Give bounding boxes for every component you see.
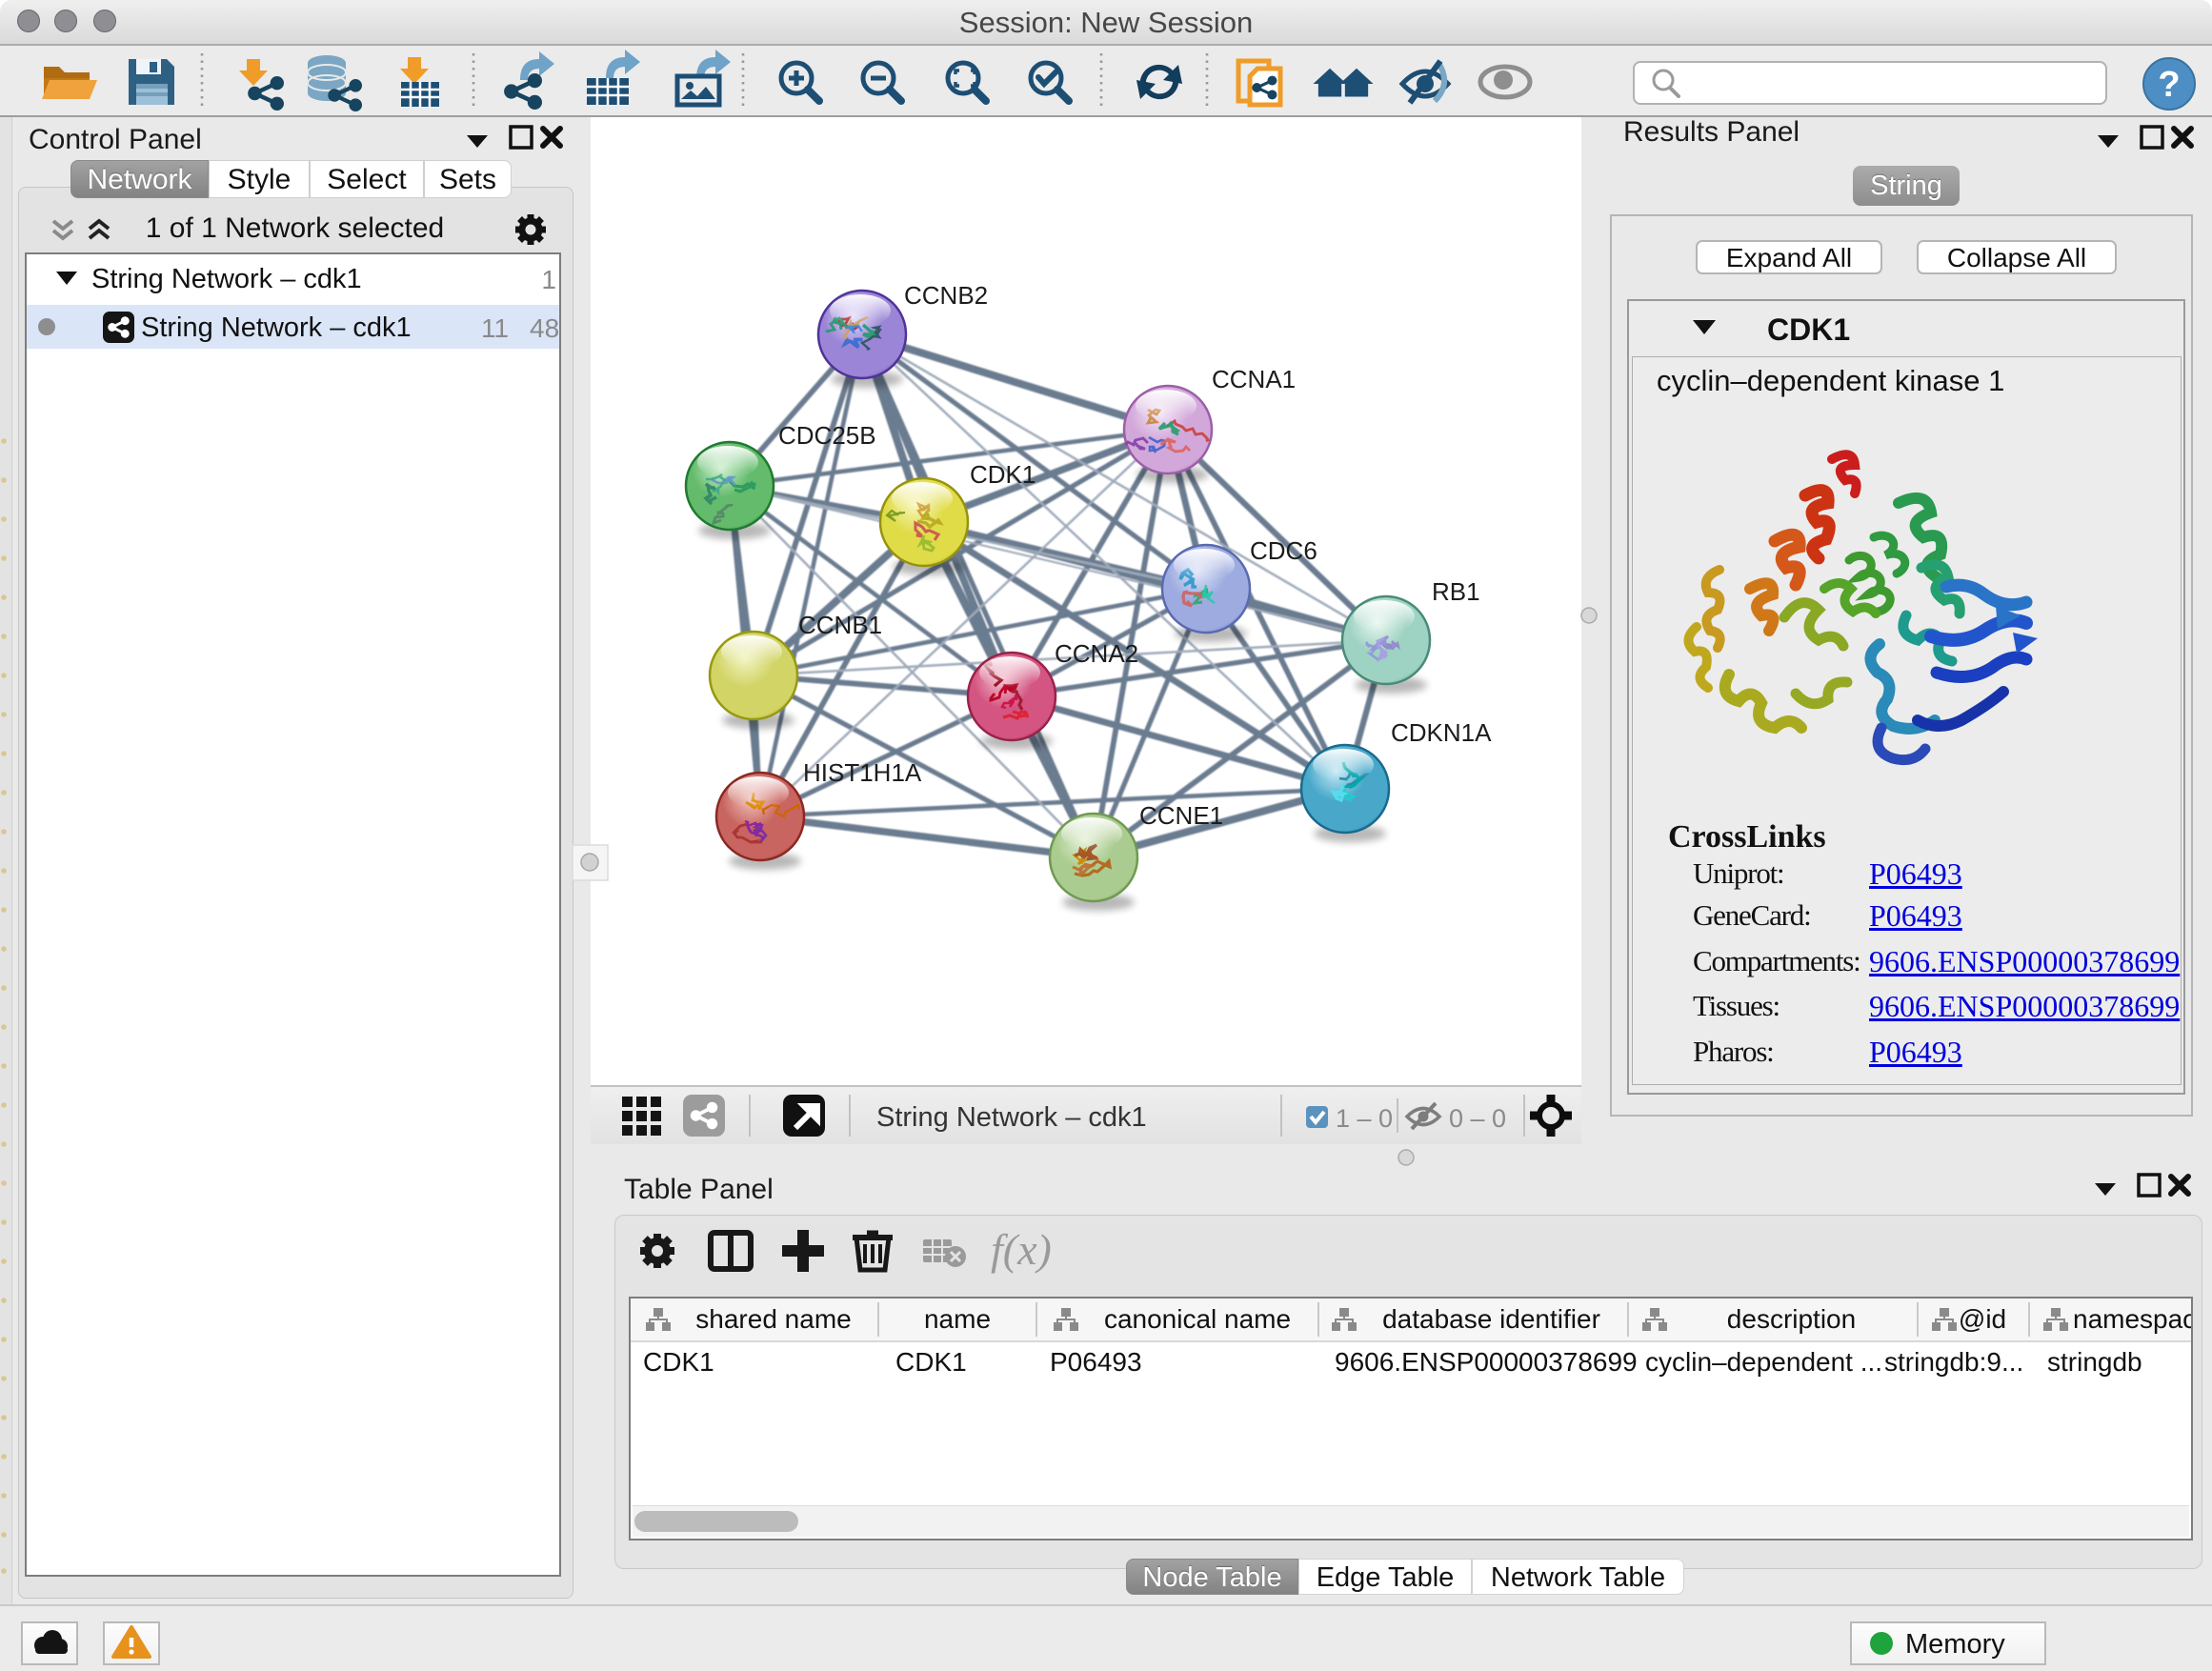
- svg-text:CCNA2: CCNA2: [1055, 639, 1138, 668]
- svg-text:CCNB2: CCNB2: [904, 281, 988, 310]
- svg-text:CDC6: CDC6: [1250, 536, 1317, 565]
- svg-text:?: ?: [2158, 65, 2180, 105]
- svg-text:CCNB1: CCNB1: [798, 611, 882, 639]
- svg-text:HIST1H1A: HIST1H1A: [803, 758, 922, 787]
- svg-text:RB1: RB1: [1432, 577, 1480, 606]
- svg-text:f(x): f(x): [991, 1225, 1052, 1274]
- svg-text:CDKN1A: CDKN1A: [1391, 718, 1492, 747]
- svg-text:CDK1: CDK1: [970, 460, 1036, 489]
- svg-text:CDC25B: CDC25B: [778, 421, 876, 450]
- svg-text:Memory: Memory: [1905, 1629, 2005, 1660]
- svg-text:CCNA1: CCNA1: [1212, 365, 1296, 393]
- svg-text:CCNE1: CCNE1: [1139, 801, 1223, 830]
